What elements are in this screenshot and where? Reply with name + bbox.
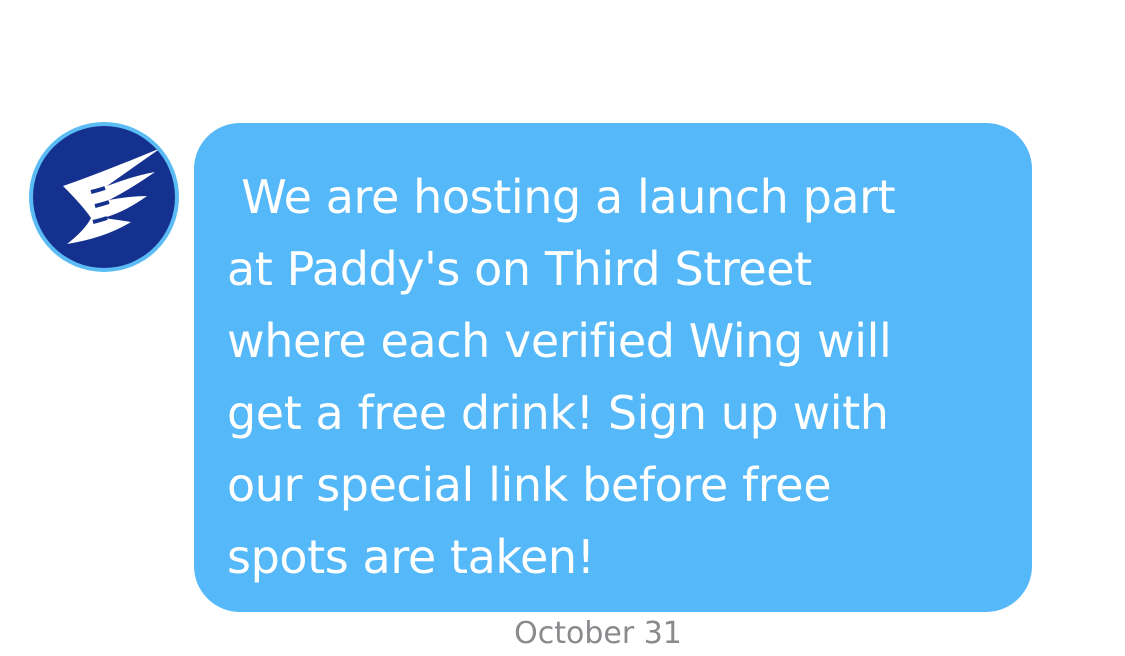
message-timestamp: October 31 (514, 616, 682, 651)
wing-logo-icon (33, 126, 175, 268)
message-thread: We are hosting a launch part at Paddy's … (0, 0, 1125, 652)
sender-avatar[interactable] (29, 122, 179, 272)
incoming-message-bubble[interactable]: We are hosting a launch part at Paddy's … (194, 123, 1032, 612)
message-text: We are hosting a launch part at Paddy's … (227, 170, 896, 584)
